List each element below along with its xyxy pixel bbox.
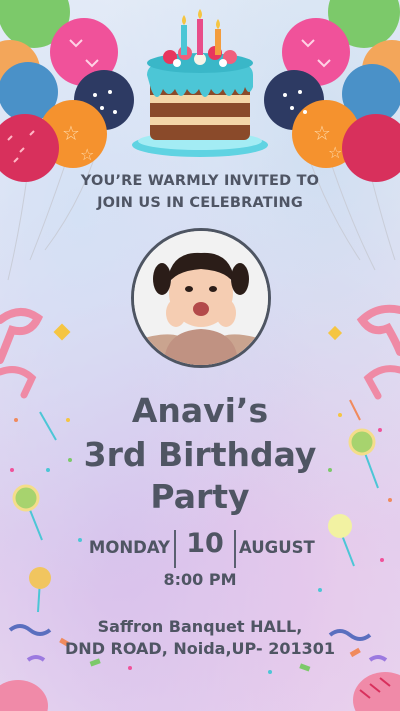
invitation-card: ☆ ☆ ☆ ☆ YOU’RE WARMLY INVITED TO JOIN US… xyxy=(0,0,400,711)
title-event: 3rd Birthday xyxy=(83,435,317,474)
balloons-bottom xyxy=(0,672,400,711)
svg-text:☆: ☆ xyxy=(80,145,94,164)
svg-text:☆: ☆ xyxy=(313,121,331,145)
svg-text:☆: ☆ xyxy=(328,143,342,162)
intro-line-2: JOIN US IN CELEBRATING xyxy=(97,195,303,211)
svg-text:☆: ☆ xyxy=(62,121,80,145)
date-divider-right xyxy=(234,530,236,568)
event-date: 10 xyxy=(186,528,224,559)
event-day: MONDAY xyxy=(88,538,170,557)
title-name: Anavi’s xyxy=(131,391,269,430)
balloons-right-cluster: ☆ ☆ xyxy=(264,0,400,271)
event-month: AUGUST xyxy=(239,538,315,557)
child-photo xyxy=(131,228,271,368)
date-row: MONDAY 10 AUGUST xyxy=(0,528,400,572)
birthday-cake-icon xyxy=(132,9,268,157)
venue-line-2: DND ROAD, Noida,UP- 201301 xyxy=(65,639,335,658)
intro-line-1: YOU’RE WARMLY INVITED TO xyxy=(80,173,320,189)
venue-line-1: Saffron Banquet HALL, xyxy=(97,617,303,636)
balloons-left-cluster: ☆ ☆ xyxy=(0,0,134,281)
event-time: 8:00 PM xyxy=(163,570,237,589)
title-party: Party xyxy=(150,477,250,516)
